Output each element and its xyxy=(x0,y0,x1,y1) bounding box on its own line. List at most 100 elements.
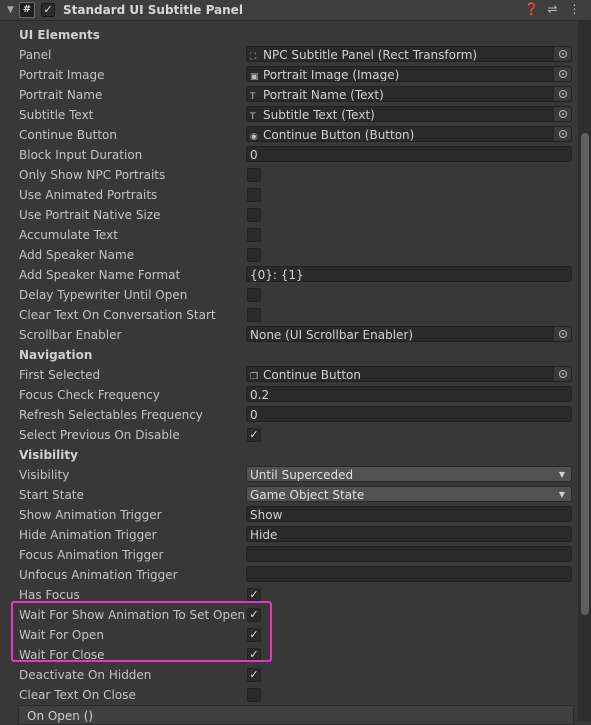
field-label: Use Animated Portraits xyxy=(19,188,158,202)
field-row-hide-animation-trigger: Hide Animation Trigger Hide xyxy=(0,525,578,545)
first-selected-object-field[interactable]: ❒ Continue Button xyxy=(246,366,572,382)
field-row-only-show-npc-portraits: Only Show NPC Portraits xyxy=(0,165,578,185)
field-label: Use Portrait Native Size xyxy=(19,208,161,222)
field-row-panel: Panel ⛶ NPC Subtitle Panel (Rect Transform… xyxy=(0,45,578,65)
wait-options-highlight xyxy=(11,601,272,662)
object-picker-icon[interactable] xyxy=(553,67,571,81)
field-row-use-animated-portraits: Use Animated Portraits xyxy=(0,185,578,205)
block-input-duration-input[interactable]: 0 xyxy=(246,146,572,162)
continue-button-object-field[interactable]: ◉ Continue Button (Button) xyxy=(246,126,572,142)
object-picker-icon[interactable] xyxy=(553,127,571,141)
subtitle-text-object-field[interactable]: T Subtitle Text (Text) xyxy=(246,106,572,122)
component-enabled-checkbox[interactable]: ✓ xyxy=(41,3,55,17)
button-icon: ◉ xyxy=(250,132,258,142)
hide-animation-trigger-input[interactable]: Hide xyxy=(246,526,572,542)
clear-text-on-conversation-start-checkbox[interactable] xyxy=(247,308,261,322)
add-speaker-name-format-input[interactable]: {0}: {1} xyxy=(246,266,572,282)
field-label: Focus Animation Trigger xyxy=(19,548,164,562)
object-picker-icon[interactable] xyxy=(553,367,571,381)
portrait-image-object-field[interactable]: ▣ Portrait Image (Image) xyxy=(246,66,572,82)
preset-icon[interactable]: ⇌ xyxy=(546,2,559,16)
portrait-name-object-field[interactable]: T Portrait Name (Text) xyxy=(246,86,572,102)
help-icon[interactable]: ❓ xyxy=(524,2,539,16)
clear-text-on-close-checkbox[interactable] xyxy=(247,688,261,702)
scrollbar-thumb[interactable] xyxy=(581,133,589,615)
field-label: Subtitle Text xyxy=(19,108,94,122)
field-label: Visibility xyxy=(19,468,70,482)
field-row-subtitle-text: Subtitle Text T Subtitle Text (Text) xyxy=(0,105,578,125)
chevron-down-icon: ▼ xyxy=(558,490,565,499)
dropdown-value: Until Superceded xyxy=(250,468,354,482)
rect-transform-icon: ⛶ xyxy=(250,52,257,62)
focus-animation-trigger-input[interactable] xyxy=(246,546,572,562)
field-label: Clear Text On Conversation Start xyxy=(19,308,216,322)
start-state-dropdown[interactable]: Game Object State ▼ xyxy=(246,486,572,502)
context-menu-icon[interactable]: ⋮ xyxy=(568,2,581,16)
use-animated-portraits-checkbox[interactable] xyxy=(247,188,261,202)
field-label: Continue Button xyxy=(19,128,117,142)
focus-check-frequency-input[interactable]: 0.2 xyxy=(246,386,572,402)
chevron-down-icon: ▼ xyxy=(558,470,565,479)
object-field-value: Portrait Name (Text) xyxy=(263,88,384,102)
section-visibility: Visibility xyxy=(0,445,578,465)
object-field-value: NPC Subtitle Panel (Rect Transform) xyxy=(263,48,478,62)
field-row-add-speaker-name-format: Add Speaker Name Format {0}: {1} xyxy=(0,265,578,285)
field-label: Select Previous On Disable xyxy=(19,428,180,442)
image-icon: ▣ xyxy=(250,72,259,82)
field-row-scrollbar-enabler: Scrollbar Enabler None (UI Scrollbar Enab… xyxy=(0,325,578,345)
component-header[interactable]: ▼ # ✓ Standard UI Subtitle Panel ❓ ⇌ ⋮ xyxy=(0,0,591,21)
only-show-npc-portraits-checkbox[interactable] xyxy=(247,168,261,182)
field-row-focus-check-frequency: Focus Check Frequency 0.2 xyxy=(0,385,578,405)
delay-typewriter-until-open-checkbox[interactable] xyxy=(247,288,261,302)
deactivate-on-hidden-checkbox[interactable]: ✓ xyxy=(247,668,261,682)
visibility-dropdown[interactable]: Until Superceded ▼ xyxy=(246,466,572,482)
add-speaker-name-checkbox[interactable] xyxy=(247,248,261,262)
field-row-deactivate-on-hidden: Deactivate On Hidden ✓ xyxy=(0,665,578,685)
object-picker-icon[interactable] xyxy=(553,107,571,121)
gameobject-icon: ❒ xyxy=(250,372,259,382)
scrollbar-enabler-object-field[interactable]: None (UI Scrollbar Enabler) xyxy=(246,326,572,342)
panel-object-field[interactable]: ⛶ NPC Subtitle Panel (Rect Transform) xyxy=(246,46,572,62)
use-portrait-native-size-checkbox[interactable] xyxy=(247,208,261,222)
object-picker-icon[interactable] xyxy=(553,87,571,101)
field-row-unfocus-animation-trigger: Unfocus Animation Trigger xyxy=(0,565,578,585)
field-label: Start State xyxy=(19,488,84,502)
on-open-event[interactable]: On Open () xyxy=(18,705,574,725)
unfocus-animation-trigger-input[interactable] xyxy=(246,566,572,582)
field-label: Deactivate On Hidden xyxy=(19,668,152,682)
object-field-value: Continue Button xyxy=(263,368,361,382)
field-row-continue-button: Continue Button ◉ Continue Button (Button) xyxy=(0,125,578,145)
field-row-add-speaker-name: Add Speaker Name xyxy=(0,245,578,265)
field-row-select-previous-on-disable: Select Previous On Disable ✓ xyxy=(0,425,578,445)
section-header: Visibility xyxy=(19,448,78,462)
has-focus-checkbox[interactable]: ✓ xyxy=(247,588,261,602)
foldout-arrow-icon[interactable]: ▼ xyxy=(7,5,15,15)
field-label: Add Speaker Name xyxy=(19,248,135,262)
select-previous-on-disable-checkbox[interactable]: ✓ xyxy=(247,428,261,442)
field-label: Hide Animation Trigger xyxy=(19,528,157,542)
section-header: UI Elements xyxy=(19,28,100,42)
field-row-accumulate-text: Accumulate Text xyxy=(0,225,578,245)
field-label: Block Input Duration xyxy=(19,148,143,162)
field-row-show-animation-trigger: Show Animation Trigger Show xyxy=(0,505,578,525)
field-row-start-state: Start State Game Object State ▼ xyxy=(0,485,578,505)
object-field-value: Portrait Image (Image) xyxy=(263,68,400,82)
section-ui-elements: UI Elements xyxy=(0,25,578,45)
show-animation-trigger-input[interactable]: Show xyxy=(246,506,572,522)
object-picker-icon[interactable] xyxy=(553,47,571,61)
dropdown-value: Game Object State xyxy=(250,488,365,502)
field-label: Focus Check Frequency xyxy=(19,388,160,402)
field-label: Show Animation Trigger xyxy=(19,508,162,522)
field-row-delay-typewriter-until-open: Delay Typewriter Until Open xyxy=(0,285,578,305)
text-icon: T xyxy=(250,112,256,122)
field-label: Delay Typewriter Until Open xyxy=(19,288,188,302)
object-field-value: Continue Button (Button) xyxy=(263,128,415,142)
field-label: Add Speaker Name Format xyxy=(19,268,181,282)
field-label: Only Show NPC Portraits xyxy=(19,168,166,182)
field-label: Portrait Image xyxy=(19,68,105,82)
refresh-selectables-frequency-input[interactable]: 0 xyxy=(246,406,572,422)
object-picker-icon[interactable] xyxy=(553,327,571,341)
field-label: First Selected xyxy=(19,368,101,382)
accumulate-text-checkbox[interactable] xyxy=(247,228,261,242)
field-row-block-input-duration: Block Input Duration 0 xyxy=(0,145,578,165)
